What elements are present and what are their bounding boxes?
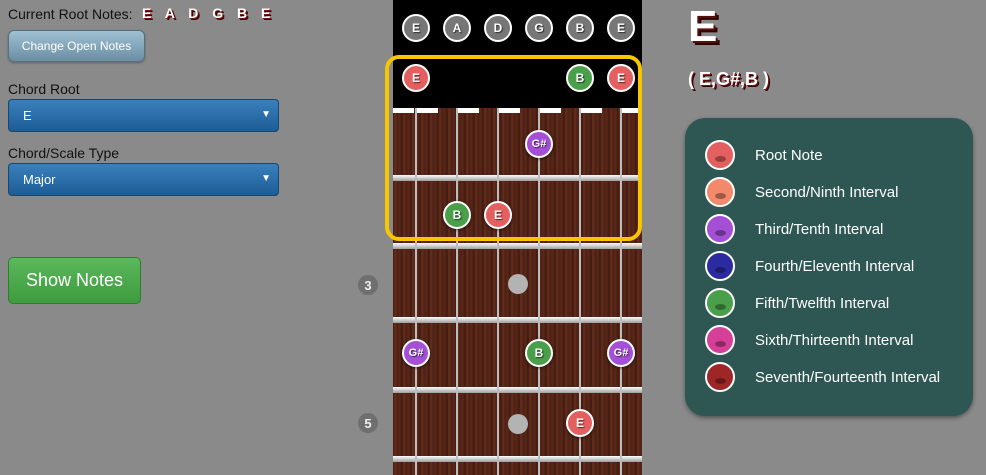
fret-wire bbox=[393, 387, 642, 393]
chord-root-value: E bbox=[23, 108, 32, 123]
legend-label: Third/Tenth Interval bbox=[755, 220, 884, 238]
show-notes-button[interactable]: Show Notes bbox=[8, 257, 141, 304]
legend-label: Root Note bbox=[755, 146, 823, 164]
legend-item: Seventh/Fourteenth Interval bbox=[705, 362, 940, 392]
open-string-note[interactable]: E bbox=[607, 14, 635, 42]
legend-dot-icon bbox=[705, 251, 735, 281]
chord-note-third: G# bbox=[402, 339, 430, 367]
open-string-note[interactable]: A bbox=[443, 14, 471, 42]
chord-type-value: Major bbox=[23, 172, 56, 187]
legend-label: Seventh/Fourteenth Interval bbox=[755, 368, 941, 386]
chord-notes-list: ( E,G#,B ) bbox=[688, 69, 770, 89]
chord-root-select[interactable]: E ▼ bbox=[8, 99, 279, 132]
legend-label: Second/Ninth Interval bbox=[755, 183, 899, 201]
legend-dot-icon bbox=[705, 177, 735, 207]
root-notes-label: Current Root Notes: bbox=[8, 6, 133, 22]
dropdown-arrow-icon: ▼ bbox=[261, 109, 271, 120]
legend-dot-icon bbox=[705, 288, 735, 318]
fret-wire bbox=[393, 456, 642, 462]
root-notes-value: E A D G B E bbox=[142, 5, 276, 21]
legend-label: Fourth/Eleventh Interval bbox=[755, 257, 915, 275]
open-string-note[interactable]: B bbox=[566, 14, 594, 42]
legend-dot-icon bbox=[705, 325, 735, 355]
chord-name-title: E bbox=[688, 2, 718, 51]
chord-type-label: Chord/Scale Type bbox=[8, 145, 120, 161]
chord-note-root: E bbox=[566, 409, 594, 437]
legend-label: Sixth/Thirteenth Interval bbox=[755, 331, 914, 349]
change-open-notes-button[interactable]: Change Open Notes bbox=[8, 30, 145, 62]
interval-legend: Root Note Second/Ninth Interval Third/Te… bbox=[685, 118, 973, 416]
fret-number-marker: 5 bbox=[358, 413, 378, 433]
legend-item: Sixth/Thirteenth Interval bbox=[705, 325, 913, 355]
fret-wire bbox=[393, 317, 642, 323]
fret-inlay-dot bbox=[508, 274, 528, 294]
open-string-note[interactable]: G bbox=[525, 14, 553, 42]
chord-note-fifth: B bbox=[525, 339, 553, 367]
legend-item: Second/Ninth Interval bbox=[705, 177, 898, 207]
fret-wire bbox=[393, 243, 642, 249]
chord-type-select[interactable]: Major ▼ bbox=[8, 163, 279, 196]
legend-item: Fifth/Twelfth Interval bbox=[705, 288, 889, 318]
legend-item: Third/Tenth Interval bbox=[705, 214, 883, 244]
chord-root-label: Chord Root bbox=[8, 81, 80, 97]
chord-note-third: G# bbox=[607, 339, 635, 367]
legend-dot-icon bbox=[705, 362, 735, 392]
legend-item: Fourth/Eleventh Interval bbox=[705, 251, 914, 281]
legend-label: Fifth/Twelfth Interval bbox=[755, 294, 890, 312]
fret-inlay-dot bbox=[508, 414, 528, 434]
chord-shape-highlight bbox=[385, 55, 642, 241]
legend-item: Root Note bbox=[705, 140, 823, 170]
legend-dot-icon bbox=[705, 140, 735, 170]
open-string-note[interactable]: D bbox=[484, 14, 512, 42]
open-string-note[interactable]: E bbox=[402, 14, 430, 42]
dropdown-arrow-icon: ▼ bbox=[261, 173, 271, 184]
legend-dot-icon bbox=[705, 214, 735, 244]
fret-number-marker: 3 bbox=[358, 275, 378, 295]
